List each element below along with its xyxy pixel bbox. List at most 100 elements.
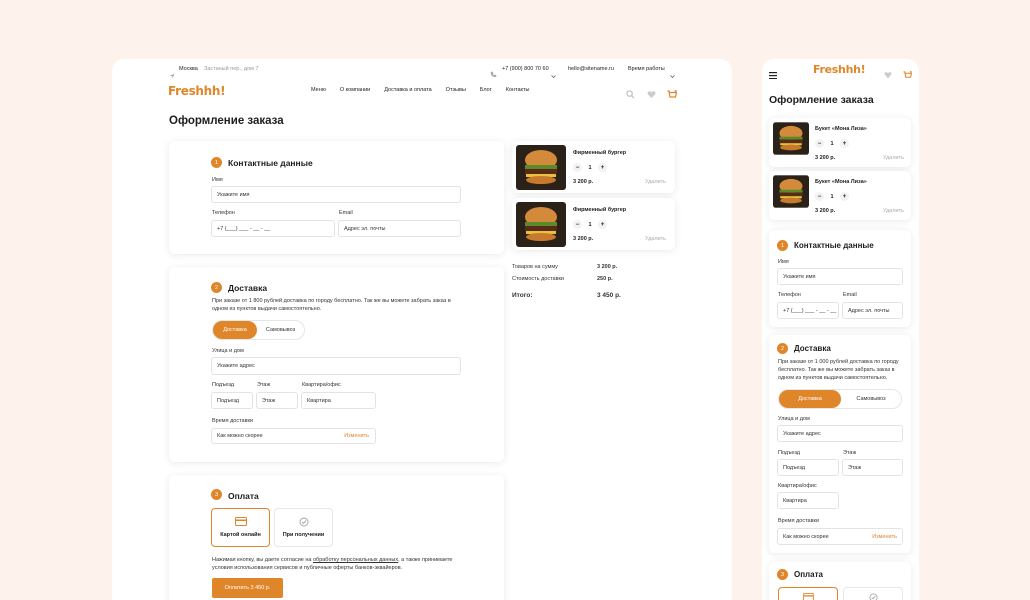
payment-title: Оплата <box>794 570 823 579</box>
entrance-input[interactable]: Подъезд <box>211 392 253 409</box>
pickup-option[interactable]: Самовывоз <box>257 327 304 333</box>
entrance-label: Подъезд <box>212 382 234 388</box>
step-badge: 1 <box>211 157 222 168</box>
consent-text: Нажимая кнопку, вы даете согласие на обр… <box>212 556 457 572</box>
plus-button[interactable]: + <box>598 163 607 172</box>
page-title: Оформление заказа <box>769 94 874 106</box>
page-title: Оформление заказа <box>169 115 284 127</box>
time-value: Как можно скорее <box>783 533 829 540</box>
quantity-value: 1 <box>830 193 834 200</box>
menu-icon[interactable] <box>769 66 777 84</box>
logo[interactable]: Freshhh! <box>813 63 866 76</box>
logo[interactable]: Freshhh! <box>168 84 226 98</box>
pay-card-online[interactable] <box>778 587 838 600</box>
email-input[interactable]: Адрес эл. почты <box>842 302 903 319</box>
street-input[interactable]: Укажите адрес <box>777 425 903 442</box>
delivery-option[interactable]: Доставка <box>779 390 841 408</box>
delivery-option[interactable]: Доставка <box>213 321 257 339</box>
pay-card-online[interactable]: Картой онлайн <box>211 508 270 547</box>
email-label: Email <box>843 292 857 298</box>
minus-button[interactable]: − <box>573 220 582 229</box>
pay-on-receipt[interactable] <box>843 587 903 600</box>
check-circle-icon <box>299 517 308 527</box>
email-input[interactable]: Адрес эл. почты <box>338 220 461 237</box>
nav-item[interactable]: Отзывы <box>446 87 466 93</box>
pay-button[interactable]: Оплатить 3 450 р. <box>212 578 283 598</box>
card-icon <box>802 593 814 600</box>
sum-value: 3 200 р. <box>597 264 618 270</box>
pay-on-receipt[interactable]: При получении <box>274 508 333 547</box>
product-name[interactable]: Букет «Мона Лиза» <box>815 179 867 185</box>
product-name[interactable]: Букет «Мона Лиза» <box>815 126 867 132</box>
email-label: Email <box>339 210 353 216</box>
remove-link[interactable]: Удалить <box>645 179 666 185</box>
cart-icon[interactable] <box>667 86 678 104</box>
delivery-note: При заказе от 1 000 рублей доставка по г… <box>778 359 899 381</box>
product-price: 3 200 р. <box>573 236 594 242</box>
plus-button[interactable]: + <box>840 139 849 148</box>
minus-button[interactable]: − <box>815 192 824 201</box>
pickup-option[interactable]: Самовывоз <box>841 396 901 402</box>
plus-button[interactable]: + <box>840 192 849 201</box>
product-name[interactable]: Фирменный бургер <box>573 207 626 213</box>
time-change-link[interactable]: Изменить <box>344 433 369 439</box>
phone-label: Телефон <box>212 210 235 216</box>
remove-link[interactable]: Удалить <box>645 236 666 242</box>
name-label: Имя <box>778 259 789 265</box>
location-icon <box>169 66 175 84</box>
nav-item[interactable]: О компании <box>340 87 370 93</box>
minus-button[interactable]: − <box>573 163 582 172</box>
sum-label: Товаров на сумму <box>512 264 558 270</box>
time-label: Время доставки <box>778 518 820 524</box>
apartment-input[interactable]: Квартира <box>301 392 376 409</box>
phone-input[interactable]: +7 (___) ___ - __ - __ <box>777 302 839 319</box>
entrance-input[interactable]: Подъезд <box>777 459 839 476</box>
total-label: Итого: <box>512 292 533 299</box>
time-select[interactable]: Как можно скорее Изменить <box>777 528 903 545</box>
floor-input[interactable]: Этаж <box>842 459 903 476</box>
time-select[interactable]: Как можно скорее Изменить <box>211 428 376 444</box>
pay-on-receipt-label: При получении <box>282 532 325 538</box>
floor-input[interactable]: Этаж <box>256 392 298 409</box>
name-input[interactable]: Укажите имя <box>211 186 461 203</box>
privacy-link[interactable]: обработку персональных данных <box>313 557 398 563</box>
time-value: Как можно скорее <box>217 433 263 439</box>
apartment-input[interactable]: Квартира <box>777 492 839 509</box>
phone-input[interactable]: +7 (___) ___ - __ - __ <box>211 220 335 237</box>
nav-item[interactable]: Блог <box>480 87 492 93</box>
delivery-toggle: Доставка Самовывоз <box>212 320 305 340</box>
chevron-down-icon[interactable] <box>551 66 556 84</box>
delivery-toggle: Доставка Самовывоз <box>778 389 902 409</box>
step-badge: 2 <box>211 282 222 293</box>
city-link[interactable]: Москва <box>179 66 198 72</box>
plus-button[interactable]: + <box>598 220 607 229</box>
email-link[interactable]: hello@sitename.ru <box>568 66 614 72</box>
nav-item[interactable]: Контакты <box>506 87 530 93</box>
nav-item[interactable]: Меню <box>311 87 326 93</box>
apartment-label: Квартира/офис <box>302 382 341 388</box>
time-change-link[interactable]: Изменить <box>872 534 897 540</box>
name-input[interactable]: Укажите имя <box>777 268 903 285</box>
product-name[interactable]: Фирменный бургер <box>573 150 626 156</box>
check-circle-icon <box>868 592 878 600</box>
hours-dropdown[interactable]: Время работы <box>628 66 665 72</box>
chevron-down-icon[interactable] <box>670 66 675 84</box>
time-label: Время доставки <box>212 418 254 424</box>
remove-link[interactable]: Удалить <box>883 155 904 161</box>
product-image <box>516 145 566 190</box>
quantity-value: 1 <box>588 221 592 228</box>
phone-label: Телефон <box>778 292 801 298</box>
street-input[interactable]: Укажите адрес <box>211 357 461 375</box>
remove-link[interactable]: Удалить <box>883 208 904 214</box>
step-badge: 3 <box>211 489 222 500</box>
nav-item[interactable]: Доставка и оплата <box>384 87 431 93</box>
card-icon <box>234 517 247 526</box>
search-icon[interactable] <box>626 86 635 104</box>
heart-icon[interactable] <box>884 66 892 84</box>
minus-button[interactable]: − <box>815 139 824 148</box>
delivery-title: Доставка <box>228 283 268 293</box>
phone-link[interactable]: +7 (900) 800 70 60 <box>502 66 549 72</box>
heart-icon[interactable] <box>647 86 656 104</box>
cart-icon[interactable] <box>903 66 913 84</box>
street-label: Улица и дом <box>212 348 244 354</box>
